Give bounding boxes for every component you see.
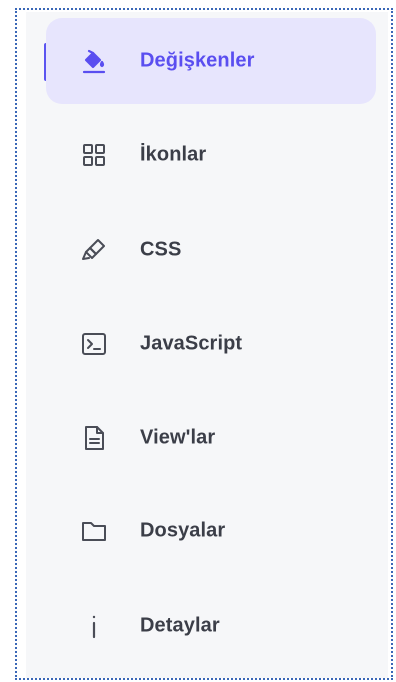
highlighter-icon — [80, 236, 108, 264]
sidebar-item-css[interactable]: CSS — [46, 207, 376, 293]
sidebar-item-label: Detaylar — [140, 614, 220, 637]
sidebar-item-dosyalar[interactable]: Dosyalar — [46, 488, 376, 574]
document-icon — [80, 424, 108, 452]
sidebar-item-detaylar[interactable]: Detaylar — [46, 583, 376, 669]
sidebar-item-label: Dosyalar — [140, 519, 226, 542]
sidebar-item-degiskenler[interactable]: Değişkenler — [46, 18, 376, 104]
sidebar-item-label: View'lar — [140, 426, 216, 449]
sidebar-item-javascript[interactable]: JavaScript — [46, 301, 376, 387]
sidebar-item-ikonlar[interactable]: İkonlar — [46, 112, 376, 198]
terminal-icon — [80, 330, 108, 358]
folder-icon — [80, 517, 108, 545]
grid-icon — [80, 141, 108, 169]
sidebar-item-label: Değişkenler — [140, 49, 255, 72]
sidebar-item-label: İkonlar — [140, 143, 207, 166]
sidebar-item-label: CSS — [140, 238, 182, 261]
info-icon — [80, 612, 108, 640]
paint-bucket-icon — [80, 47, 108, 75]
sidebar-item-viewlar[interactable]: View'lar — [46, 395, 376, 481]
sidebar-item-label: JavaScript — [140, 332, 243, 355]
